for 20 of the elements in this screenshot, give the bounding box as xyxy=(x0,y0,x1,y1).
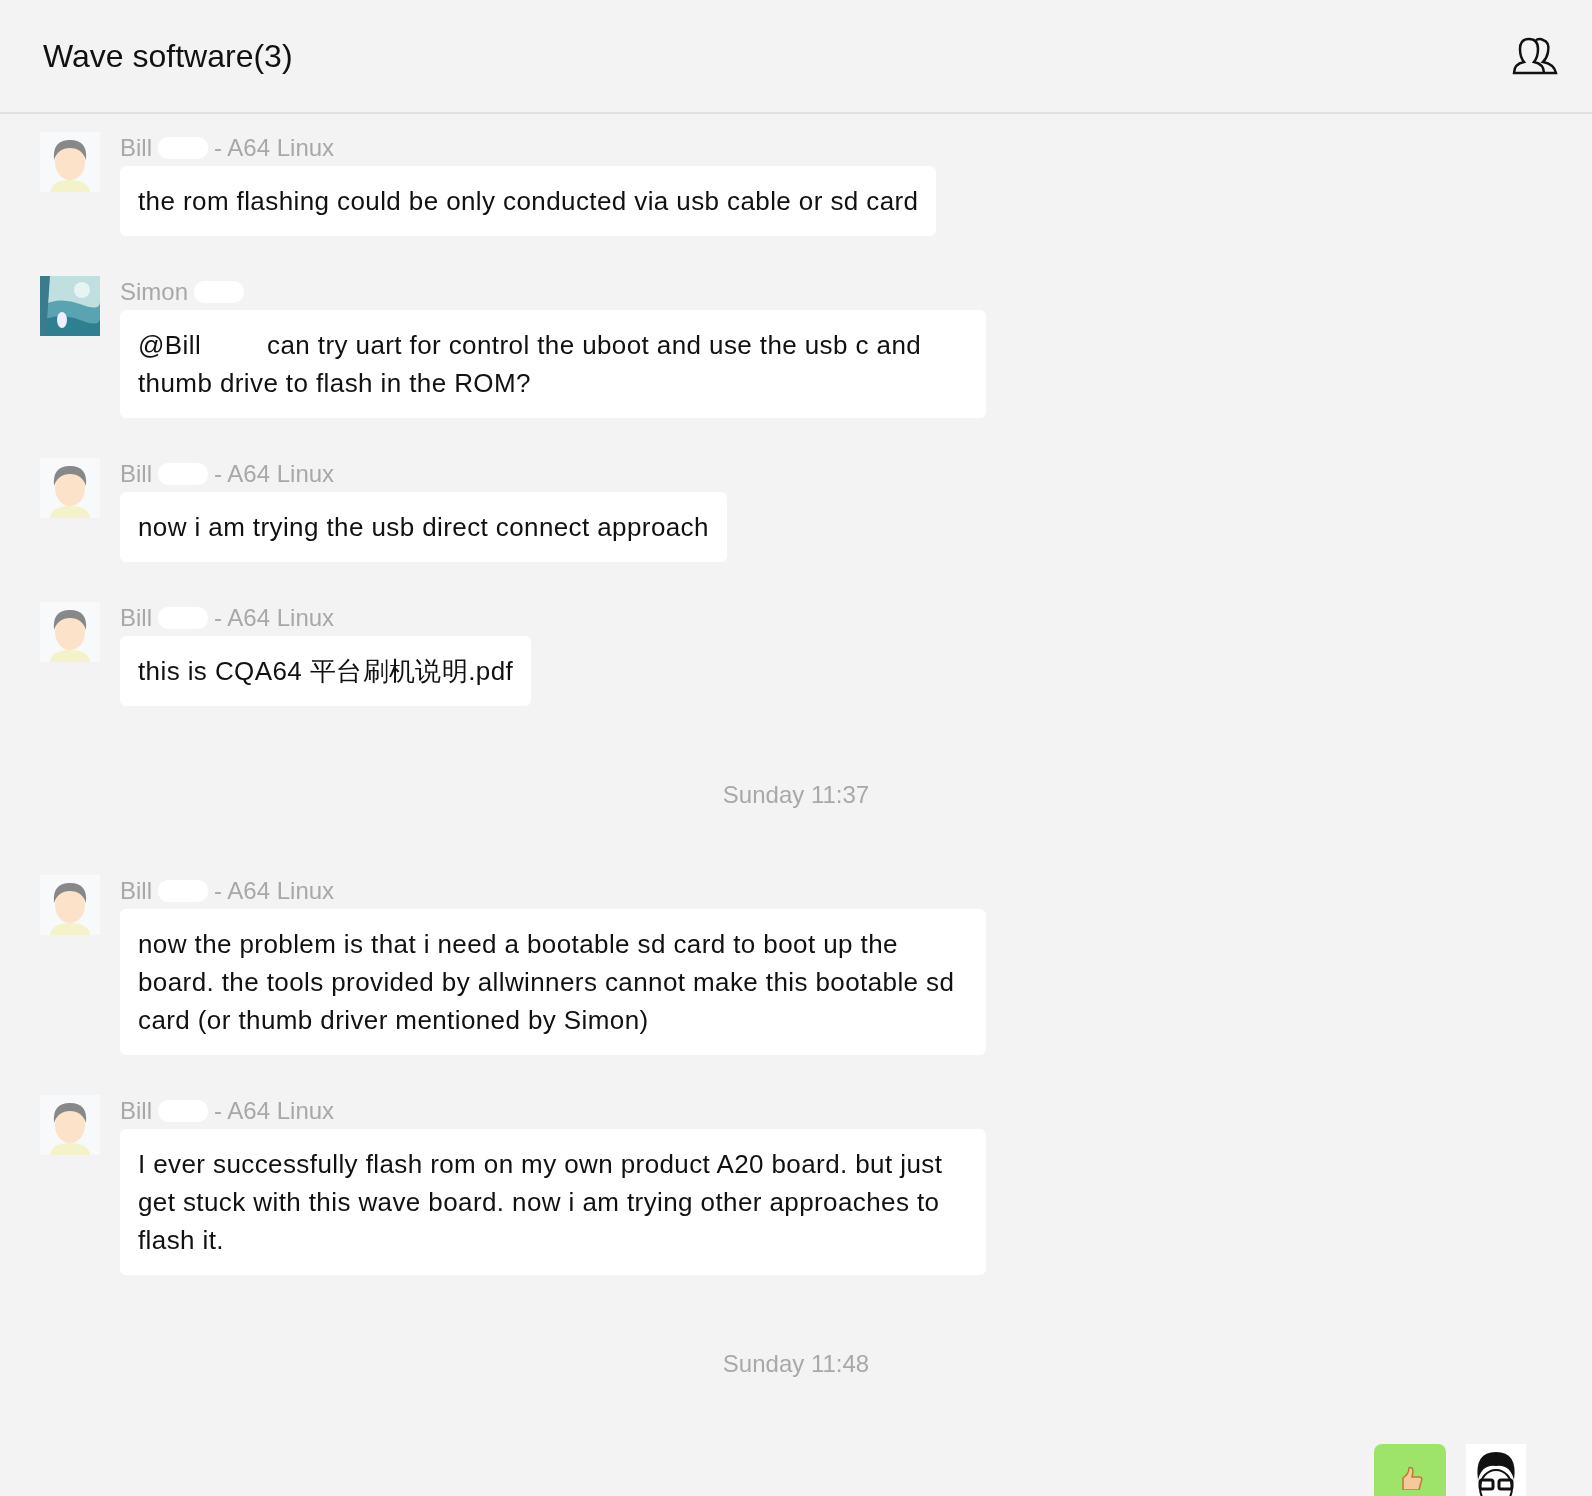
timestamp: Sunday 11:48 xyxy=(722,1350,871,1378)
sender-name: Bill xyxy=(120,604,152,632)
message-bubble: @Bill can try uart for control the uboot and use the usb c and thumb drive to flash in the ROM? xyxy=(120,310,986,418)
message-bubble: the rom flashing could be only conducted via usb cable or sd card xyxy=(120,166,937,236)
sender-name: Bill xyxy=(120,460,152,488)
message-bubble: now the problem is that i need a bootable sd card to boot up the board. the tools provided by allwinners cannot make this bootable sd card (or thumb driver mentioned by Simon) xyxy=(120,909,986,1055)
sender-name: Simon xyxy=(120,278,189,306)
sender-group-label: - A64 Linux xyxy=(214,134,335,162)
message-bubble: I ever successfully flash rom on my own product A20 board. but just get stuck with this wave board. now i am trying other approaches to flash it. xyxy=(120,1129,986,1275)
message-bubble: now i am trying the usb direct connect approach xyxy=(120,492,727,562)
sender-group-label: - A64 Linux xyxy=(214,460,335,488)
chat-title: Wave software(3) xyxy=(43,37,293,75)
sender-group-label: - A64 Linux xyxy=(214,877,335,905)
sender-group-label: - A64 Linux xyxy=(214,604,335,632)
sender-name: Bill xyxy=(120,877,152,905)
sender-group-label: - A64 Linux xyxy=(214,1097,335,1125)
sender-name: Bill xyxy=(120,134,152,162)
sender-name: Bill xyxy=(120,1097,152,1125)
timestamp: Sunday 11:37 xyxy=(722,781,871,809)
message-bubble: this is CQA64 平台刷机说明.pdf xyxy=(120,636,532,706)
